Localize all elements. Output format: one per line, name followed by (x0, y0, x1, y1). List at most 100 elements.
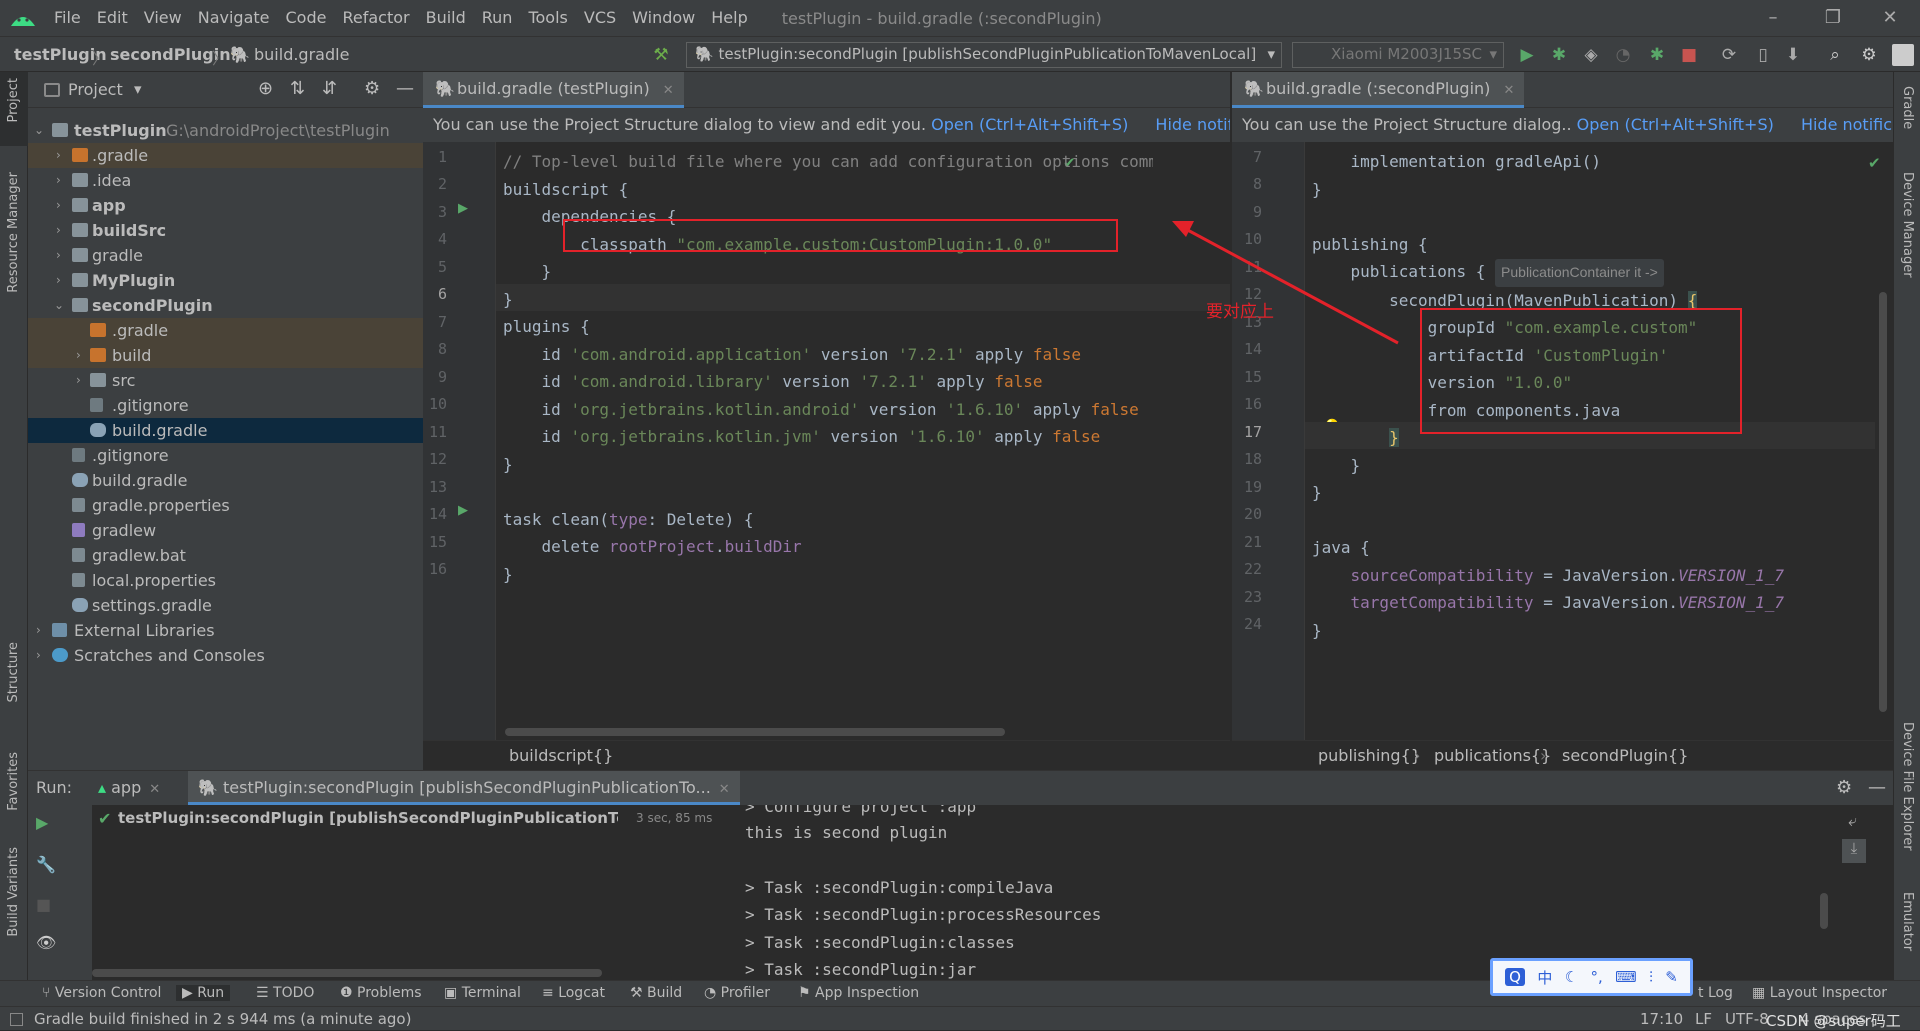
sync-gradle-icon[interactable]: ⟳ (1718, 44, 1740, 66)
tree-item[interactable]: › External Libraries (28, 618, 423, 643)
settings-gear-icon[interactable]: ⚙ (1858, 44, 1880, 66)
search-icon[interactable]: ⌕ (1824, 44, 1846, 66)
tool-problems[interactable]: ❶ Problems (340, 985, 422, 1001)
tool-device-file-explorer[interactable]: Device File Explorer (1900, 722, 1915, 851)
sdk-manager-icon[interactable]: ⬇ (1782, 44, 1804, 66)
tool-build[interactable]: ⚒ Build (630, 985, 682, 1001)
close-tab-icon[interactable]: ✕ (663, 83, 674, 98)
cursor-position[interactable]: 17:10 (1640, 1010, 1683, 1028)
tool-terminal[interactable]: ▣ Terminal (444, 985, 521, 1001)
menu-file[interactable]: File (46, 0, 89, 36)
close-tab-icon[interactable]: ✕ (1504, 83, 1515, 98)
ime-punctuation-icon[interactable]: °, (1590, 968, 1602, 986)
close-tab-icon[interactable]: ✕ (149, 782, 160, 797)
menu-refactor[interactable]: Refactor (334, 0, 417, 36)
ime-keyboard-icon[interactable]: ⌨ (1615, 968, 1637, 986)
ime-moon-icon[interactable]: ☾ (1565, 968, 1578, 986)
status-message[interactable]: Gradle build finished in 2 s 944 ms (a m… (34, 1010, 411, 1028)
hide-notification-link[interactable]: Hide notification (1155, 115, 1230, 134)
ime-chinese-mode[interactable]: 中 (1537, 967, 1552, 988)
tool-logcat[interactable]: ≡ Logcat (542, 985, 605, 1001)
open-project-structure-link[interactable]: Open (Ctrl+Alt+Shift+S) (931, 115, 1128, 134)
tab-build-gradle-secondplugin[interactable]: 🐘 build.gradle (:secondPlugin) ✕ (1232, 72, 1525, 108)
restore-icon[interactable]: ❐ (1805, 0, 1861, 36)
tool-todo[interactable]: ☰ TODO (256, 985, 314, 1001)
eye-icon[interactable]: 👁 (36, 933, 56, 952)
breadcrumb-publishing[interactable]: publishing{} (1318, 741, 1421, 771)
tree-item-selected[interactable]: build.gradle (28, 418, 423, 443)
breadcrumb-publications[interactable]: publications{} (1434, 741, 1551, 771)
tool-event-log[interactable]: t Log (1698, 985, 1733, 1001)
stop-icon[interactable]: ■ (1678, 44, 1700, 66)
gear-icon[interactable]: ⚙ (364, 78, 380, 99)
soft-wrap-icon[interactable]: ⤶ (1848, 811, 1857, 831)
horizontal-scrollbar[interactable] (92, 969, 602, 977)
tree-root[interactable]: ⌄ testPlugin G:\androidProject\testPlugi… (28, 118, 423, 143)
breadcrumb-secondplugin[interactable]: secondPlugin{} (1562, 741, 1688, 771)
tool-profiler[interactable]: ◔ Profiler (704, 985, 770, 1001)
tree-item[interactable]: build.gradle (28, 468, 423, 493)
file-encoding[interactable]: UTF-8 (1725, 1010, 1769, 1028)
tree-item[interactable]: › buildSrc (28, 218, 423, 243)
tree-item[interactable]: › .idea (28, 168, 423, 193)
vertical-scrollbar[interactable] (1879, 292, 1887, 712)
minimize-icon[interactable]: – (1745, 0, 1801, 36)
menu-build[interactable]: Build (418, 0, 474, 36)
close-icon[interactable]: ✕ (1862, 0, 1918, 36)
scroll-to-end-icon[interactable]: ⤓ (1842, 839, 1866, 863)
gear-icon[interactable]: ⚙ (1836, 777, 1852, 798)
ime-logo-icon[interactable]: Q (1505, 968, 1525, 986)
tool-gradle[interactable]: Gradle (1900, 86, 1915, 129)
run-tab-task[interactable]: 🐘 testPlugin:secondPlugin [publishSecond… (188, 771, 740, 805)
run-gutter-icon[interactable]: ▶ (458, 503, 468, 518)
tree-item[interactable]: › .gradle (28, 143, 423, 168)
attach-debugger-icon[interactable]: ✱ (1646, 44, 1668, 66)
tool-structure[interactable]: Structure (6, 642, 21, 702)
menu-view[interactable]: View (136, 0, 190, 36)
menu-navigate[interactable]: Navigate (190, 0, 278, 36)
chevron-down-icon[interactable]: ▾ (134, 80, 142, 98)
run-icon[interactable]: ▶ (1516, 44, 1538, 66)
device-select[interactable]: Xiaomi M2003J15SC ▾ (1292, 42, 1504, 68)
tool-run[interactable]: ▶ Run (176, 985, 231, 1001)
open-project-structure-link[interactable]: Open (Ctrl+Alt+Shift+S) (1577, 115, 1774, 134)
coverage-icon[interactable]: ◈ (1580, 44, 1602, 66)
ime-voice-icon[interactable]: ⫶ (1649, 968, 1653, 986)
hide-panel-icon[interactable]: — (396, 78, 414, 99)
rerun-icon[interactable]: ▶ (36, 813, 48, 832)
tree-item[interactable]: .gitignore (28, 393, 423, 418)
tree-item[interactable]: › Scratches and Consoles (28, 643, 423, 668)
tool-resource-manager[interactable]: Resource Manager (6, 172, 21, 293)
stop-icon[interactable]: ■ (36, 895, 51, 914)
avd-manager-icon[interactable]: ▯ (1752, 44, 1774, 66)
locate-file-icon[interactable]: ⊕ (258, 78, 273, 99)
tree-item[interactable]: › build (28, 343, 423, 368)
tool-project[interactable]: Project (6, 78, 21, 122)
profile-icon[interactable]: ◔ (1612, 44, 1634, 66)
wrench-icon[interactable]: 🔧 (36, 855, 56, 874)
make-project-icon[interactable]: ⚒ (650, 44, 672, 66)
tree-item[interactable]: .gitignore (28, 443, 423, 468)
run-tree-item[interactable]: testPlugin:secondPlugin [publishSecondPl… (118, 809, 618, 827)
status-panel-icon[interactable] (10, 1013, 23, 1026)
collapse-all-icon[interactable]: ⇵ (322, 78, 337, 99)
tool-layout-inspector[interactable]: ▦ Layout Inspector (1752, 985, 1887, 1001)
hide-panel-icon[interactable]: — (1868, 777, 1886, 798)
tree-item[interactable]: gradlew.bat (28, 543, 423, 568)
tool-app-inspection[interactable]: ⚑ App Inspection (798, 985, 919, 1001)
menu-run[interactable]: Run (474, 0, 521, 36)
menu-window[interactable]: Window (624, 0, 703, 36)
tab-build-gradle-project[interactable]: 🐘 build.gradle (testPlugin) ✕ (423, 72, 684, 108)
menu-help[interactable]: Help (703, 0, 755, 36)
tool-build-variants[interactable]: Build Variants (6, 847, 21, 937)
tree-item[interactable]: › app (28, 193, 423, 218)
expand-all-icon[interactable]: ⇅ (290, 78, 305, 99)
tree-item[interactable]: gradlew (28, 518, 423, 543)
line-separator[interactable]: LF (1695, 1010, 1712, 1028)
menu-tools[interactable]: Tools (520, 0, 575, 36)
hide-notification-link[interactable]: Hide notification (1801, 115, 1893, 134)
menu-vcs[interactable]: VCS (576, 0, 624, 36)
tree-item[interactable]: ⌄ secondPlugin (28, 293, 423, 318)
breadcrumb-file[interactable]: build.gradle (254, 45, 349, 64)
code-left[interactable]: // Top-level build file where you can ad… (503, 148, 1153, 588)
